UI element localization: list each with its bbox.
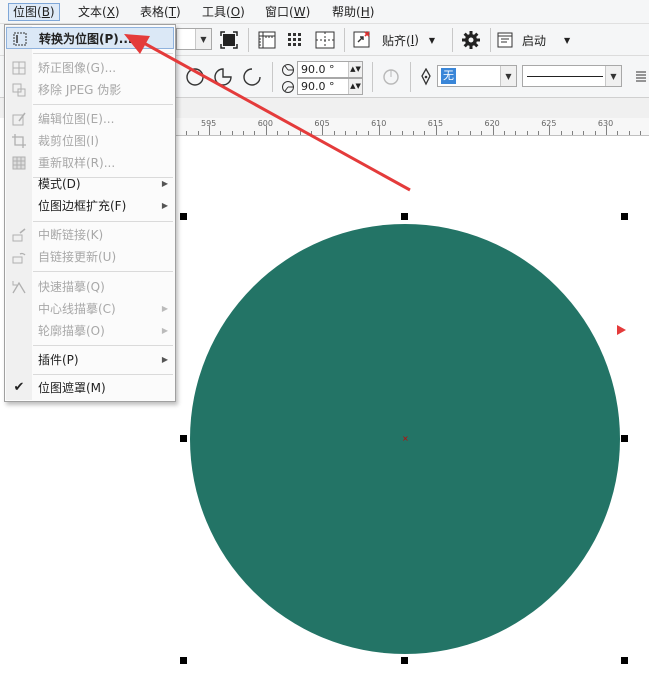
corel-app-window: 位图(B) 文本(X) 表格(T) 工具(O) 窗口(W) 帮助(H) ▼ 贴齐… <box>0 0 649 683</box>
annotation-arrow <box>124 34 411 192</box>
arrow-shaft <box>141 40 411 192</box>
